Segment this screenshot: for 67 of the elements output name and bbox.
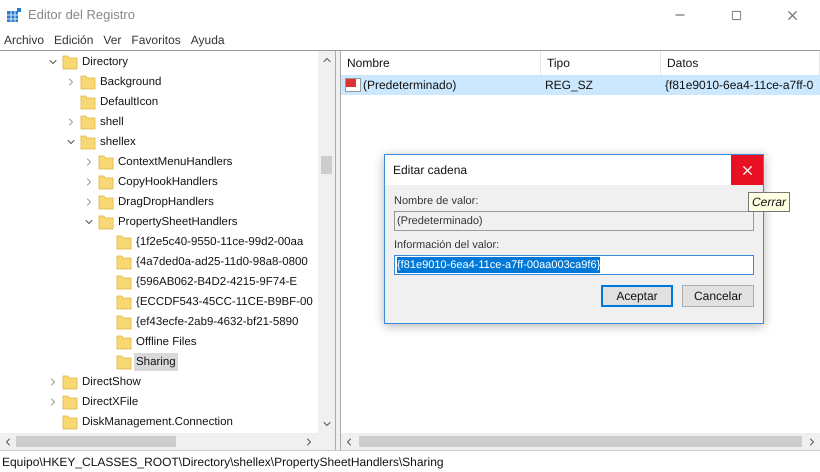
tree-item[interactable]: DirectShow	[80, 373, 143, 391]
folder-icon	[80, 134, 96, 150]
folder-icon	[116, 274, 132, 290]
cancel-button[interactable]: Cancelar	[682, 285, 754, 307]
folder-icon	[116, 254, 132, 270]
folder-icon	[98, 174, 114, 190]
table-cell-text: (Predeterminado)	[363, 77, 456, 94]
field-label: Información del valor:	[394, 238, 500, 253]
dialog-title: Editar cadena	[392, 162, 468, 179]
folder-icon	[116, 334, 132, 350]
folder-icon	[80, 74, 96, 90]
tree-item[interactable]: {ECCDF543-45CC-11CE-B9BF-00	[134, 293, 315, 311]
status-path: Equipo\HKEY_CLASSES_ROOT\Directory\shellex\PropertySheetHandlers\Sharing	[2, 454, 444, 470]
tree-item[interactable]: CopyHookHandlers	[116, 173, 220, 191]
horizontal-scrollbar[interactable]	[341, 433, 820, 450]
tree-item[interactable]: shell	[98, 113, 126, 131]
tree-item[interactable]: DiskManagement.Connection	[80, 413, 235, 431]
field-label: Nombre de valor:	[394, 194, 480, 209]
tree-item[interactable]: Sharing	[134, 353, 178, 371]
folder-icon	[116, 234, 132, 250]
tree-item[interactable]: PropertySheetHandlers	[116, 213, 240, 231]
vertical-scrollbar[interactable]	[318, 51, 335, 433]
scroll-thumb[interactable]	[321, 156, 332, 174]
ok-button[interactable]: Aceptar	[601, 285, 673, 307]
table-cell-text: REG_SZ	[545, 77, 594, 94]
value-row[interactable]: (Predeterminado) REG_SZ {f81e9010-6ea4-11ce-a7ff-0	[341, 75, 820, 95]
folder-icon	[98, 194, 114, 210]
dialog-close-button[interactable]	[731, 155, 763, 185]
tooltip: Cerrar	[748, 192, 790, 212]
menu-item[interactable]: Archivo	[4, 31, 44, 49]
folder-icon	[62, 374, 78, 390]
tree-item[interactable]: shellex	[98, 133, 138, 151]
folder-icon	[98, 154, 114, 170]
tree-item[interactable]: {ef43ecfe-2ab9-4632-bf21-5890	[134, 313, 300, 331]
menu-item[interactable]: Favoritos	[131, 31, 181, 49]
menu-item[interactable]: Edición	[54, 31, 94, 49]
tree-item[interactable]: Directory	[80, 53, 130, 71]
scroll-thumb[interactable]	[16, 436, 176, 447]
folder-icon	[80, 94, 96, 110]
tree-item[interactable]: Background	[98, 73, 164, 91]
tree-item[interactable]: ContextMenuHandlers	[116, 153, 234, 171]
folder-icon	[116, 294, 132, 310]
string-value-icon	[345, 78, 361, 92]
folder-icon	[62, 394, 78, 410]
maximize-icon	[730, 10, 742, 20]
folder-icon	[80, 114, 96, 130]
value-data-field[interactable]: {f81e9010-6ea4-11ce-a7ff-00aa003ca9f6}	[394, 255, 754, 275]
folder-icon	[62, 54, 78, 70]
window-title: Editor del Registro	[28, 6, 135, 24]
menu-item[interactable]: Ayuda	[190, 31, 225, 49]
scroll-thumb[interactable]	[359, 436, 802, 447]
tree-item[interactable]: {4a7ded0a-ad25-11d0-98a8-0800	[134, 253, 310, 271]
tree-item[interactable]: DragDropHandlers	[116, 193, 216, 211]
tree-item[interactable]: DirectXFile	[80, 393, 140, 411]
menu-item[interactable]: Ver	[103, 31, 122, 49]
tree-item[interactable]: DefaultIcon	[98, 93, 160, 111]
app-icon	[6, 7, 22, 23]
tree-item[interactable]: {1f2e5c40-9550-11ce-99d2-00aa	[134, 233, 306, 251]
folder-icon	[116, 314, 132, 330]
horizontal-scrollbar[interactable]	[0, 433, 335, 450]
folder-icon	[98, 214, 114, 230]
folder-icon	[116, 354, 132, 370]
tree-item[interactable]: {596AB062-B4D2-4215-9F74-E	[134, 273, 300, 291]
value-name-field[interactable]: (Predeterminado)	[394, 211, 754, 231]
table-cell-text: {f81e9010-6ea4-11ce-a7ff-0	[665, 77, 814, 94]
folder-icon	[62, 414, 78, 430]
tree-item[interactable]: Offline Files	[134, 333, 199, 351]
